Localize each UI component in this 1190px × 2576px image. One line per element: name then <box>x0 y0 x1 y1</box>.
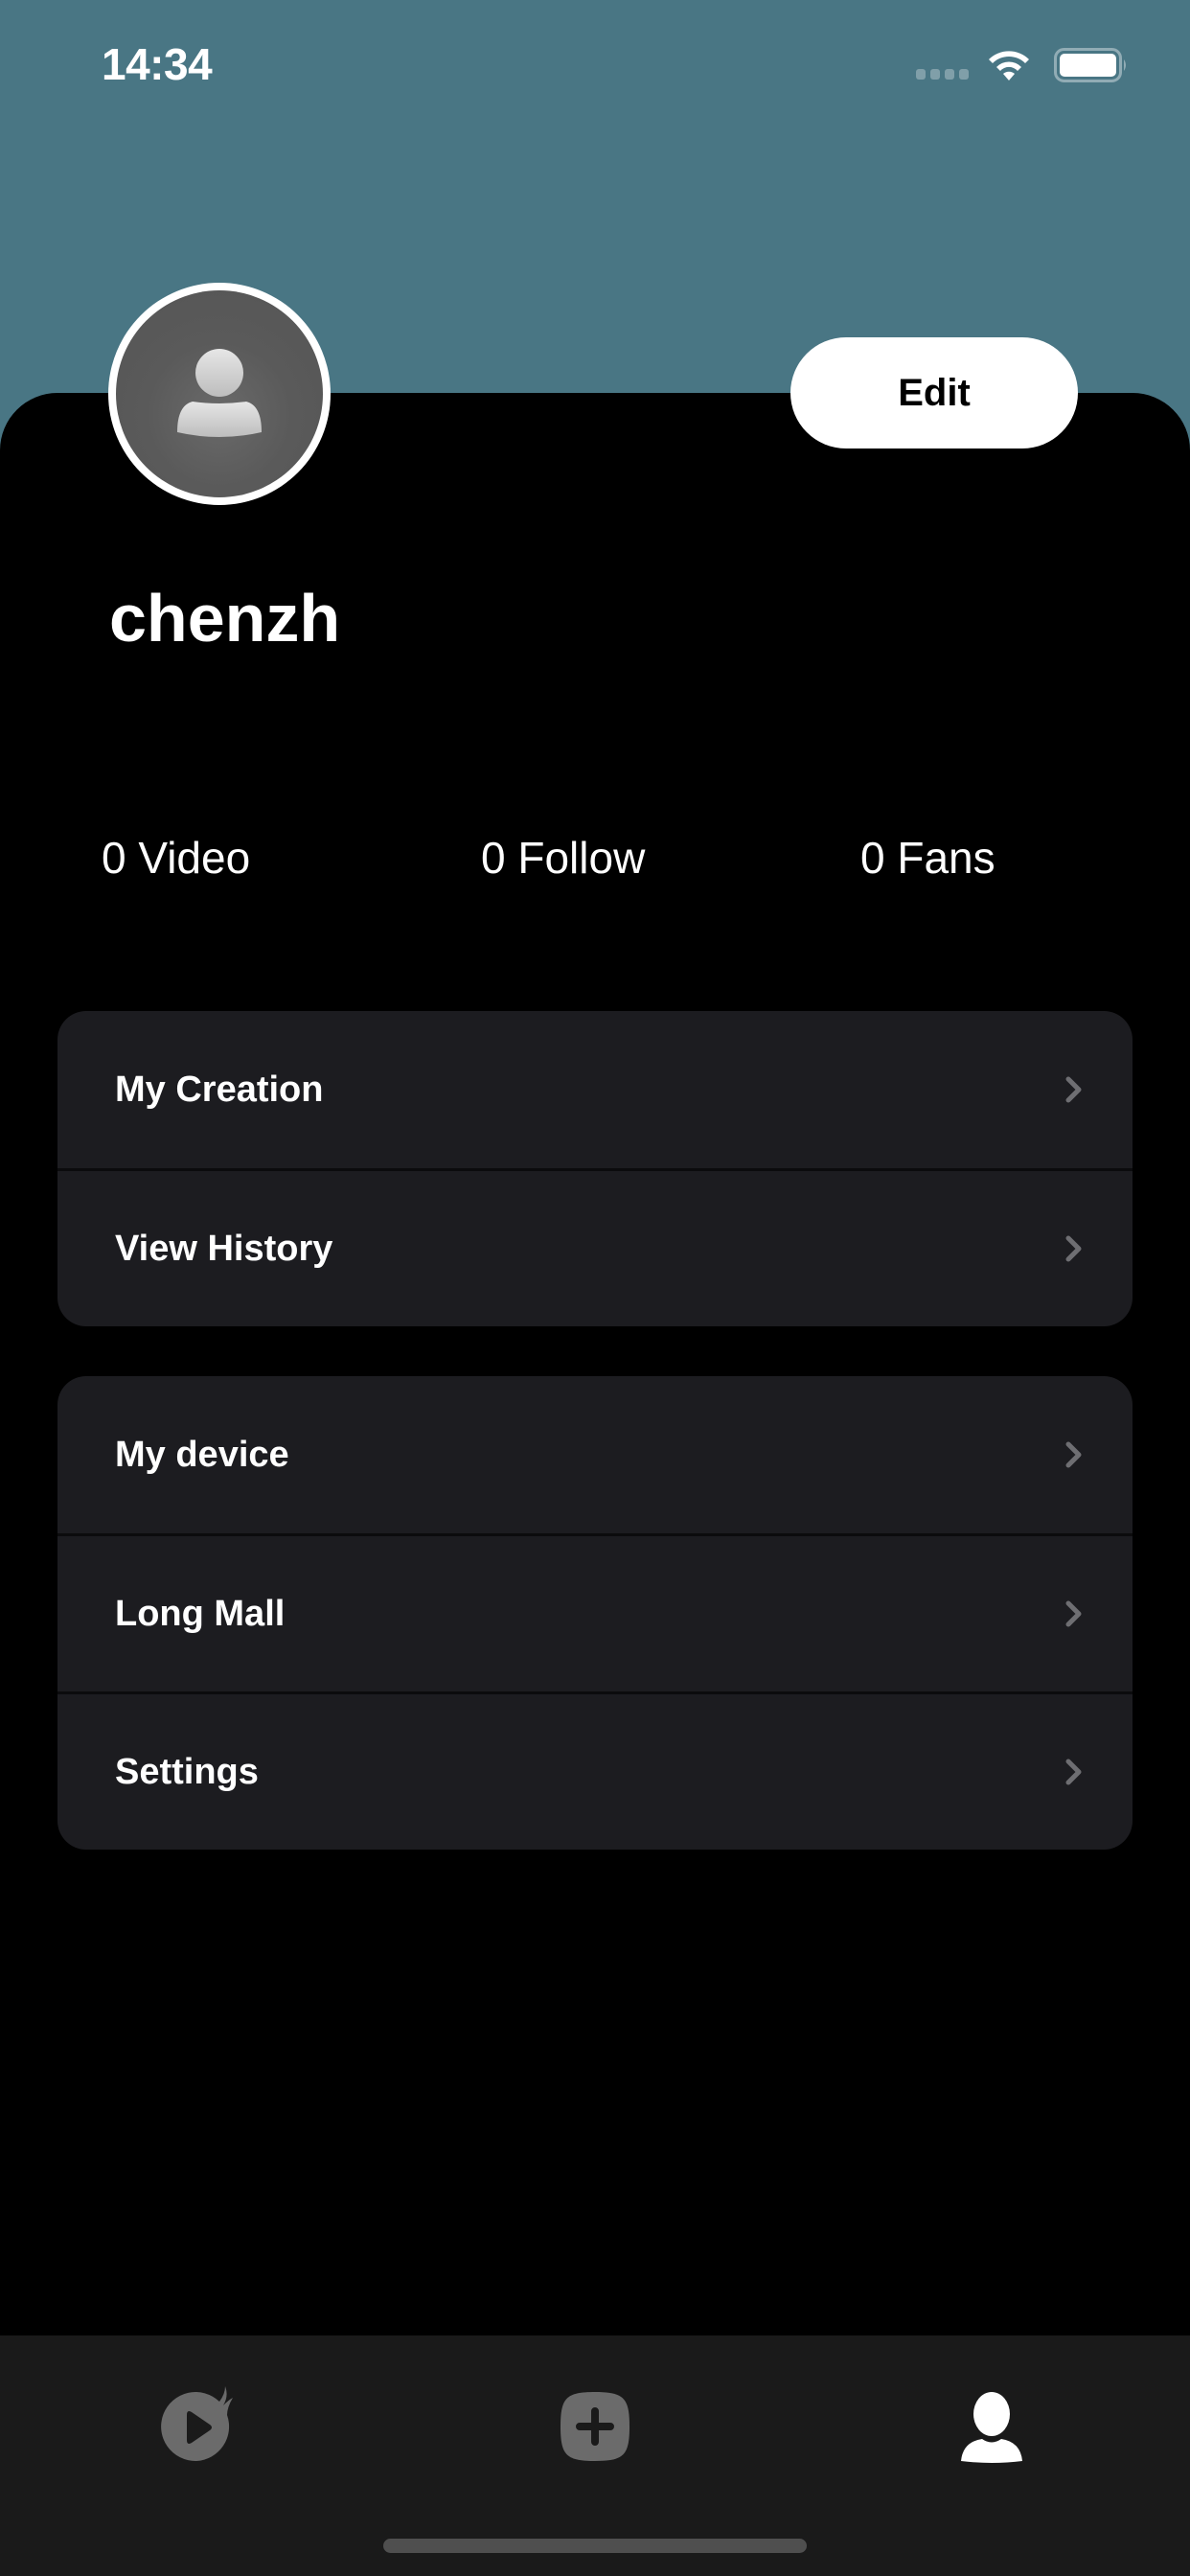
menu-item-settings[interactable]: Settings <box>57 1691 1133 1850</box>
stat-fans-count[interactable]: 0 Fans <box>860 832 995 884</box>
plus-square-icon <box>561 2392 629 2461</box>
user-icon <box>961 2392 1022 2463</box>
edit-profile-button[interactable]: Edit <box>790 337 1078 448</box>
profile-stats: 0 Video 0 Follow 0 Fans <box>102 832 1156 889</box>
menu-item-label: Long Mall <box>115 1593 286 1634</box>
tab-home[interactable] <box>134 2364 259 2489</box>
avatar[interactable] <box>108 283 331 505</box>
chevron-right-icon <box>1065 1441 1082 1468</box>
menu-item-my-device[interactable]: My device <box>57 1376 1133 1533</box>
tab-profile[interactable] <box>929 2364 1054 2489</box>
menu-item-my-creation[interactable]: My Creation <box>57 1011 1133 1168</box>
tab-create[interactable] <box>533 2364 657 2489</box>
wifi-icon <box>989 51 1029 80</box>
menu-item-long-mall[interactable]: Long Mall <box>57 1533 1133 1691</box>
chevron-right-icon <box>1065 1076 1082 1103</box>
menu-item-label: My device <box>115 1434 289 1475</box>
menu-card-account: My device Long Mall Settings <box>57 1376 1133 1850</box>
menu-item-label: Settings <box>115 1751 259 1792</box>
status-bar: 14:34 <box>0 0 1190 125</box>
flame-play-icon <box>161 2386 233 2462</box>
username: chenzh <box>109 581 341 656</box>
stat-follow-count[interactable]: 0 Follow <box>481 832 645 884</box>
battery-icon <box>1054 48 1126 82</box>
menu-item-label: My Creation <box>115 1069 324 1110</box>
menu-card-content: My Creation View History <box>57 1011 1133 1326</box>
home-indicator[interactable] <box>383 2539 807 2553</box>
cellular-signal-icon <box>916 69 969 80</box>
chevron-right-icon <box>1065 1759 1082 1785</box>
chevron-right-icon <box>1065 1600 1082 1627</box>
menu-item-label: View History <box>115 1228 333 1269</box>
status-time: 14:34 <box>102 39 213 89</box>
default-avatar-icon <box>177 349 262 437</box>
menu-item-view-history[interactable]: View History <box>57 1168 1133 1326</box>
stat-video-count[interactable]: 0 Video <box>102 832 250 884</box>
chevron-right-icon <box>1065 1235 1082 1262</box>
